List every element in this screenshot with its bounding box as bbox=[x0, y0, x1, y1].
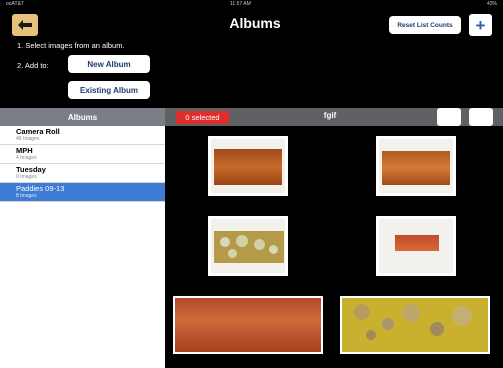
album-count: 4 Images bbox=[16, 155, 37, 161]
petri-plate-photo bbox=[379, 139, 453, 193]
image-thumbnail[interactable] bbox=[208, 136, 288, 196]
image-thumbnail[interactable] bbox=[208, 216, 288, 276]
back-button[interactable] bbox=[12, 14, 38, 36]
instruction-step-2: 2. Add to: bbox=[17, 61, 49, 70]
album-name: MPH bbox=[16, 146, 33, 155]
add-button[interactable]: + bbox=[469, 14, 492, 36]
album-count: 0 Images bbox=[16, 174, 37, 180]
album-count: 8 Images bbox=[16, 193, 37, 199]
album-name: Tuesday bbox=[16, 165, 46, 174]
status-bar: ooAT&T 11:57 AM 43% bbox=[0, 0, 503, 8]
album-count: 46 Images bbox=[16, 136, 40, 142]
album-item-paddies-09-13[interactable]: Paddies 09-13 8 Images bbox=[0, 183, 165, 202]
petri-plate-photo bbox=[211, 139, 285, 193]
petri-plate-photo bbox=[342, 298, 488, 352]
battery-label: 43% bbox=[486, 1, 497, 7]
album-name: Paddies 09-13 bbox=[16, 184, 65, 193]
instruction-step-1: 1. Select images from an album. bbox=[17, 41, 125, 50]
album-item-tuesday[interactable]: Tuesday 0 Images bbox=[0, 164, 165, 183]
album-item-camera-roll[interactable]: Camera Roll 46 Images bbox=[0, 126, 165, 145]
selected-count-badge: 0 selected bbox=[176, 111, 229, 124]
petri-plate-photo bbox=[379, 219, 453, 273]
petri-plate-photo bbox=[175, 298, 321, 352]
page-title: Albums bbox=[229, 15, 281, 31]
toolbar-button-1[interactable] bbox=[437, 108, 461, 126]
image-thumbnail[interactable] bbox=[376, 136, 456, 196]
screen: ooAT&T 11:57 AM 43% Albums Reset List Co… bbox=[0, 0, 503, 368]
reset-list-counts-button[interactable]: Reset List Counts bbox=[389, 16, 461, 34]
petri-plate-photo bbox=[211, 219, 285, 273]
time-label: 11:57 AM bbox=[230, 1, 251, 7]
image-thumbnail[interactable] bbox=[173, 296, 323, 354]
new-album-button[interactable]: New Album bbox=[68, 55, 150, 73]
plus-icon: + bbox=[475, 15, 486, 35]
toolbar-button-2[interactable] bbox=[469, 108, 493, 126]
album-item-mph[interactable]: MPH 4 Images bbox=[0, 145, 165, 164]
back-arrow-icon bbox=[18, 20, 32, 30]
image-thumbnail[interactable] bbox=[340, 296, 490, 354]
carrier-label: ooAT&T bbox=[6, 1, 24, 7]
albums-list-header: Albums bbox=[0, 108, 165, 126]
current-album-title: fgif bbox=[323, 111, 337, 120]
existing-album-button[interactable]: Existing Album bbox=[68, 81, 150, 99]
image-thumbnail[interactable] bbox=[376, 216, 456, 276]
album-list: Camera Roll 46 Images MPH 4 Images Tuesd… bbox=[0, 126, 165, 368]
album-name: Camera Roll bbox=[16, 127, 60, 136]
